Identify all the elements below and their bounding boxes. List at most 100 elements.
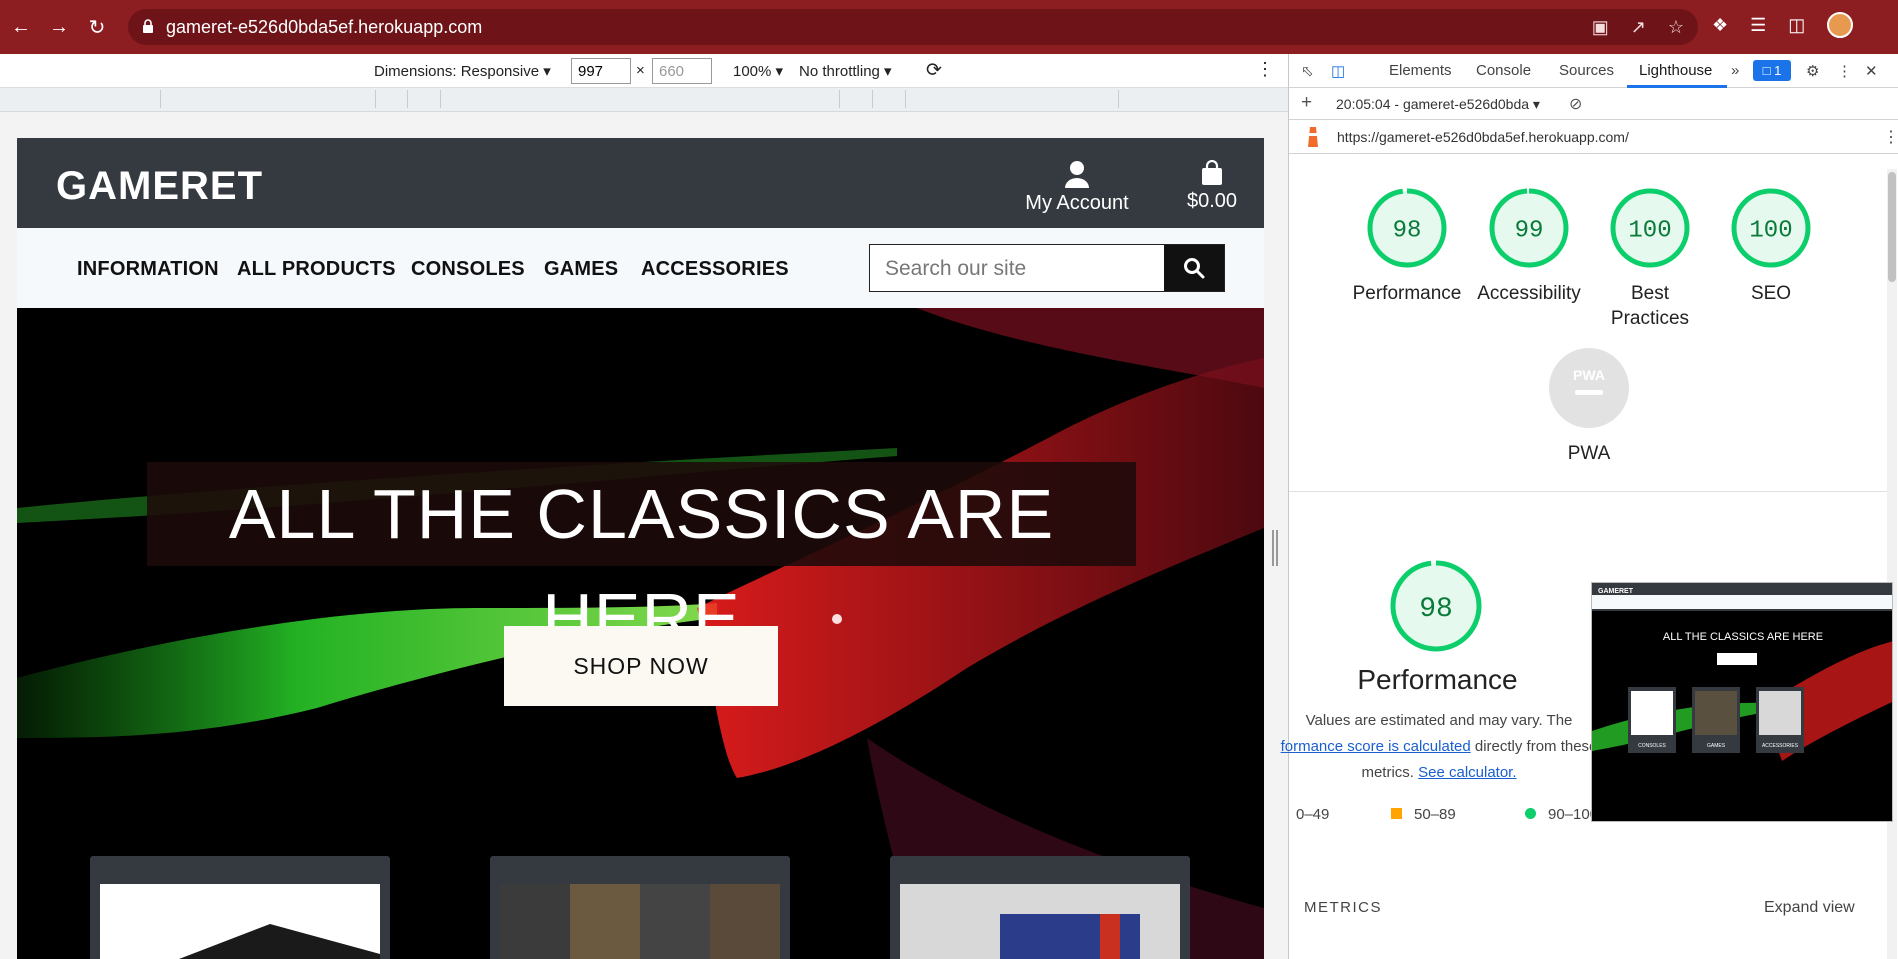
devtools-menu-icon[interactable]: ⋮ — [1837, 62, 1852, 80]
bookmark-star-icon[interactable]: ☆ — [1668, 17, 1684, 38]
nav-all-products[interactable]: ALL PRODUCTS — [237, 258, 396, 281]
side-panel-icon[interactable]: ◫ — [1788, 15, 1805, 36]
desc-line-2: directly from these — [1470, 738, 1598, 755]
more-options-icon[interactable]: ⋮ — [1256, 59, 1274, 80]
big-gauge-ring: 98 — [1390, 560, 1482, 652]
legend-pass: 90–100 — [1525, 806, 1598, 823]
legend-fail-label: 0–49 — [1296, 806, 1330, 823]
report-selector-label: 20:05:04 - gameret-e526d0bda — [1336, 96, 1530, 112]
profile-avatar[interactable] — [1827, 12, 1854, 38]
settings-gear-icon[interactable]: ⚙ — [1806, 62, 1819, 80]
close-devtools-icon[interactable]: ✕ — [1865, 62, 1878, 80]
legend-average: 50–89 — [1391, 806, 1456, 823]
search-input[interactable]: Search our site — [885, 257, 1026, 281]
site-logo[interactable]: GAMERET — [56, 164, 263, 209]
thumb-card-image — [1695, 691, 1737, 735]
lighthouse-toolbar: + 20:05:04 - gameret-e526d0bda ▾ ⊘ — [1289, 88, 1898, 120]
gauge-best-practices[interactable]: 100 Best Practices — [1590, 186, 1710, 331]
category-card-consoles[interactable] — [90, 856, 390, 959]
category-card-games[interactable] — [490, 856, 790, 959]
install-icon[interactable]: ▣ — [1592, 17, 1609, 38]
dimensions-dropdown[interactable]: Dimensions: Responsive ▾ — [374, 62, 551, 80]
ruler-tick — [407, 90, 408, 108]
resize-grip[interactable] — [1272, 530, 1278, 566]
throttling-dropdown[interactable]: No throttling ▾ — [799, 62, 892, 80]
extensions-icon[interactable]: ❖ — [1712, 15, 1728, 36]
category-card-accessories[interactable] — [890, 856, 1190, 959]
my-account-link[interactable]: My Account — [1005, 160, 1149, 215]
page-screenshot-thumbnail[interactable]: GAMERET ALL THE CLASSICS ARE HERE CONSOL… — [1591, 582, 1893, 822]
expand-view-toggle[interactable]: Expand view — [1764, 899, 1855, 917]
devtools-scrollbar[interactable] — [1887, 169, 1897, 959]
gauge-accessibility[interactable]: 99 Accessibility — [1469, 186, 1589, 307]
ruler-tick — [839, 90, 840, 108]
tab-lighthouse[interactable]: Lighthouse — [1639, 62, 1712, 79]
report-selector[interactable]: 20:05:04 - gameret-e526d0bda ▾ — [1336, 96, 1540, 113]
ruler-tick — [1118, 90, 1119, 108]
report-menu-icon[interactable]: ⋮ — [1883, 127, 1898, 147]
devtools-scroll-thumb[interactable] — [1888, 172, 1896, 282]
lock-icon — [142, 18, 154, 36]
ruler-tick — [905, 90, 906, 108]
thumb-card-accessories: ACCESSORIES — [1756, 687, 1804, 753]
reload-icon[interactable]: ↻ — [80, 10, 114, 44]
more-tabs-icon[interactable]: » — [1731, 62, 1739, 79]
gauge-pwa[interactable]: PWA PWA — [1529, 346, 1649, 467]
section-divider — [1289, 491, 1887, 492]
tab-console[interactable]: Console — [1476, 62, 1531, 79]
gauge-performance[interactable]: 98 Performance — [1347, 186, 1467, 307]
shopping-bag-icon — [1202, 160, 1222, 185]
forward-icon[interactable]: → — [42, 10, 76, 44]
new-report-icon[interactable]: + — [1301, 92, 1312, 114]
device-toolbar-icon[interactable]: ◫ — [1331, 62, 1345, 80]
see-calculator-link[interactable]: See calculator. — [1418, 764, 1516, 781]
nav-information[interactable]: INFORMATION — [77, 258, 219, 281]
gauge-score: 98 — [1393, 218, 1422, 245]
tab-elements[interactable]: Elements — [1389, 62, 1452, 79]
tab-sources[interactable]: Sources — [1559, 62, 1614, 79]
ruler-tick — [872, 90, 873, 108]
score-calculated-link[interactable]: formance score is calculated — [1281, 738, 1471, 755]
nav-consoles[interactable]: CONSOLES — [411, 258, 525, 281]
gauge-ring: 100 — [1731, 188, 1811, 268]
height-input[interactable] — [652, 58, 712, 84]
rotate-icon[interactable]: ⟳ — [926, 59, 942, 82]
search-button[interactable] — [1164, 245, 1224, 291]
share-icon[interactable]: ↗ — [1631, 17, 1646, 38]
ruler-tick — [440, 90, 441, 108]
games-image — [500, 884, 780, 959]
ruler-tick — [160, 90, 161, 108]
times-icon: × — [636, 62, 645, 79]
shopping-bag-link[interactable]: $0.00 — [1167, 160, 1257, 213]
my-account-label: My Account — [1025, 192, 1129, 214]
pwa-badge-text: PWA — [1573, 367, 1605, 383]
throttling-label: No throttling — [799, 63, 880, 80]
thumb-shop-button — [1717, 653, 1757, 665]
shop-now-button[interactable]: SHOP NOW — [504, 626, 778, 706]
pwa-label: PWA — [1567, 443, 1611, 464]
gauge-seo[interactable]: 100 SEO — [1711, 186, 1831, 307]
search-icon — [1184, 258, 1205, 279]
inspect-element-icon[interactable]: ⬁ — [1301, 62, 1314, 80]
accessories-image — [900, 884, 1180, 959]
zoom-label: 100% — [733, 63, 772, 80]
gauge-label: Best Practices — [1610, 283, 1690, 329]
performance-big-gauge: 98 — [1388, 558, 1484, 658]
site-search: Search our site — [869, 244, 1225, 292]
nav-games[interactable]: GAMES — [544, 258, 618, 281]
gauge-score: 99 — [1515, 218, 1544, 245]
pass-circle-icon — [1525, 808, 1536, 819]
clear-reports-icon[interactable]: ⊘ — [1569, 94, 1582, 114]
reading-list-icon[interactable]: ☰ — [1750, 15, 1766, 36]
media-query-ruler[interactable] — [0, 88, 1288, 112]
report-url-bar: https://gameret-e526d0bda5ef.herokuapp.c… — [1289, 120, 1898, 154]
issues-badge[interactable]: □ 1 — [1753, 60, 1791, 81]
width-input[interactable] — [571, 58, 631, 84]
report-url[interactable]: https://gameret-e526d0bda5ef.herokuapp.c… — [1337, 129, 1629, 145]
zoom-dropdown[interactable]: 100% ▾ — [733, 62, 783, 80]
performance-description: Values are estimated and may vary. The f… — [1279, 708, 1599, 786]
ruler-tick — [375, 90, 376, 108]
address-bar[interactable]: gameret-e526d0bda5ef.herokuapp.com ▣ ↗ ☆ — [128, 9, 1698, 45]
nav-accessories[interactable]: ACCESSORIES — [641, 258, 789, 281]
back-icon[interactable]: ← — [4, 10, 38, 44]
